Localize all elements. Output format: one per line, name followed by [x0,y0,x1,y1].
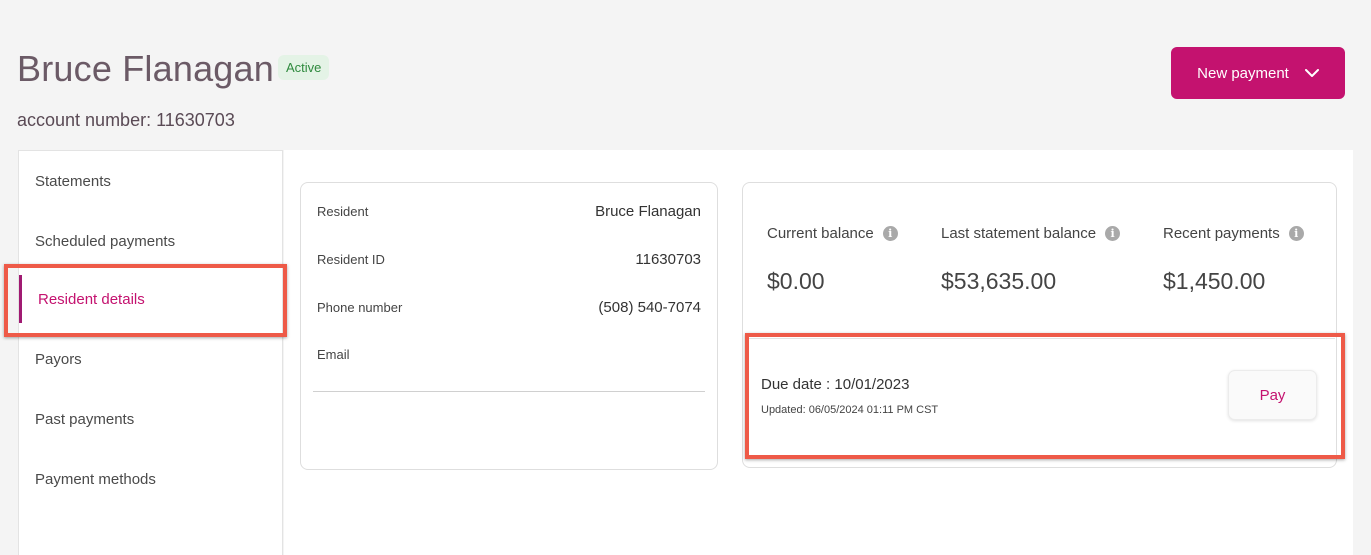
page-title: Bruce Flanagan [17,48,274,89]
phone-number-label: Phone number [317,300,403,315]
recent-payments-value: $1,450.00 [1163,268,1266,294]
sidebar-item-label: Payors [35,350,82,368]
resident-details-card: Resident Bruce Flanagan Resident ID 1163… [300,182,718,470]
new-payment-button[interactable]: New payment [1171,47,1345,99]
pay-button[interactable]: Pay [1228,370,1317,420]
sidebar-item-statements[interactable]: Statements [19,151,284,211]
main-content: Resident Bruce Flanagan Resident ID 1163… [284,150,1353,555]
last-statement-balance-header: Last statement balance i [941,225,1121,242]
sidebar-item-label: Resident details [38,290,145,308]
info-icon[interactable]: i [1288,226,1304,241]
new-payment-label: New payment [1197,64,1289,82]
info-icon[interactable]: i [882,226,898,241]
sidebar-item-resident-details[interactable]: Resident details [19,269,284,329]
current-balance-label: Current balance [767,225,874,242]
recent-payments-header: Recent payments i [1163,225,1304,242]
sidebar-item-past-payments[interactable]: Past payments [19,389,284,449]
account-number: account number: 11630703 [17,110,235,130]
chevron-down-icon[interactable] [1304,68,1319,78]
email-row: Email [317,347,701,362]
resident-row: Resident Bruce Flanagan [317,203,701,220]
last-statement-balance-value: $53,635.00 [941,268,1057,294]
last-statement-balance: Last statement balance i $53,635.00 [941,225,1121,295]
last-statement-balance-label: Last statement balance [941,225,1097,242]
current-balance-header: Current balance i [767,225,898,242]
resident-value: Bruce Flanagan [595,203,701,220]
current-balance-value: $0.00 [767,268,825,294]
divider [313,391,705,392]
phone-number-value: (508) 540-7074 [598,299,701,316]
current-balance: Current balance i $0.00 [767,225,898,295]
sidebar-item-label: Statements [35,172,111,190]
recent-payments: Recent payments i $1,450.00 [1163,225,1304,295]
updated-timestamp: Updated: 06/05/2024 01:11 PM CST [761,404,939,416]
sidebar-item-payors[interactable]: Payors [19,329,284,389]
info-icon[interactable]: i [1105,226,1121,241]
sidebar-item-label: Payment methods [35,470,156,488]
status-badge: Active [278,55,330,80]
resident-id-row: Resident ID 11630703 [317,251,701,268]
balance-card: Current balance i $0.00 Last statement b… [742,182,1337,468]
sidebar-item-payment-methods[interactable]: Payment methods [19,449,284,509]
resident-id-label: Resident ID [317,252,385,267]
email-label: Email [317,347,350,362]
due-date: Due date : 10/01/2023 [761,376,910,393]
resident-label: Resident [317,204,369,219]
sidebar-item-label: Scheduled payments [35,232,176,250]
due-date-section: Due date : 10/01/2023 Updated: 06/05/202… [746,338,1335,452]
sidebar-item-label: Past payments [35,410,135,428]
phone-number-row: Phone number (508) 540-7074 [317,299,701,316]
resident-id-value: 11630703 [635,251,701,268]
recent-payments-label: Recent payments [1163,225,1280,242]
sidebar-nav: Statements Scheduled payments Resident d… [18,150,283,555]
sidebar-item-scheduled-payments[interactable]: Scheduled payments [19,211,284,271]
